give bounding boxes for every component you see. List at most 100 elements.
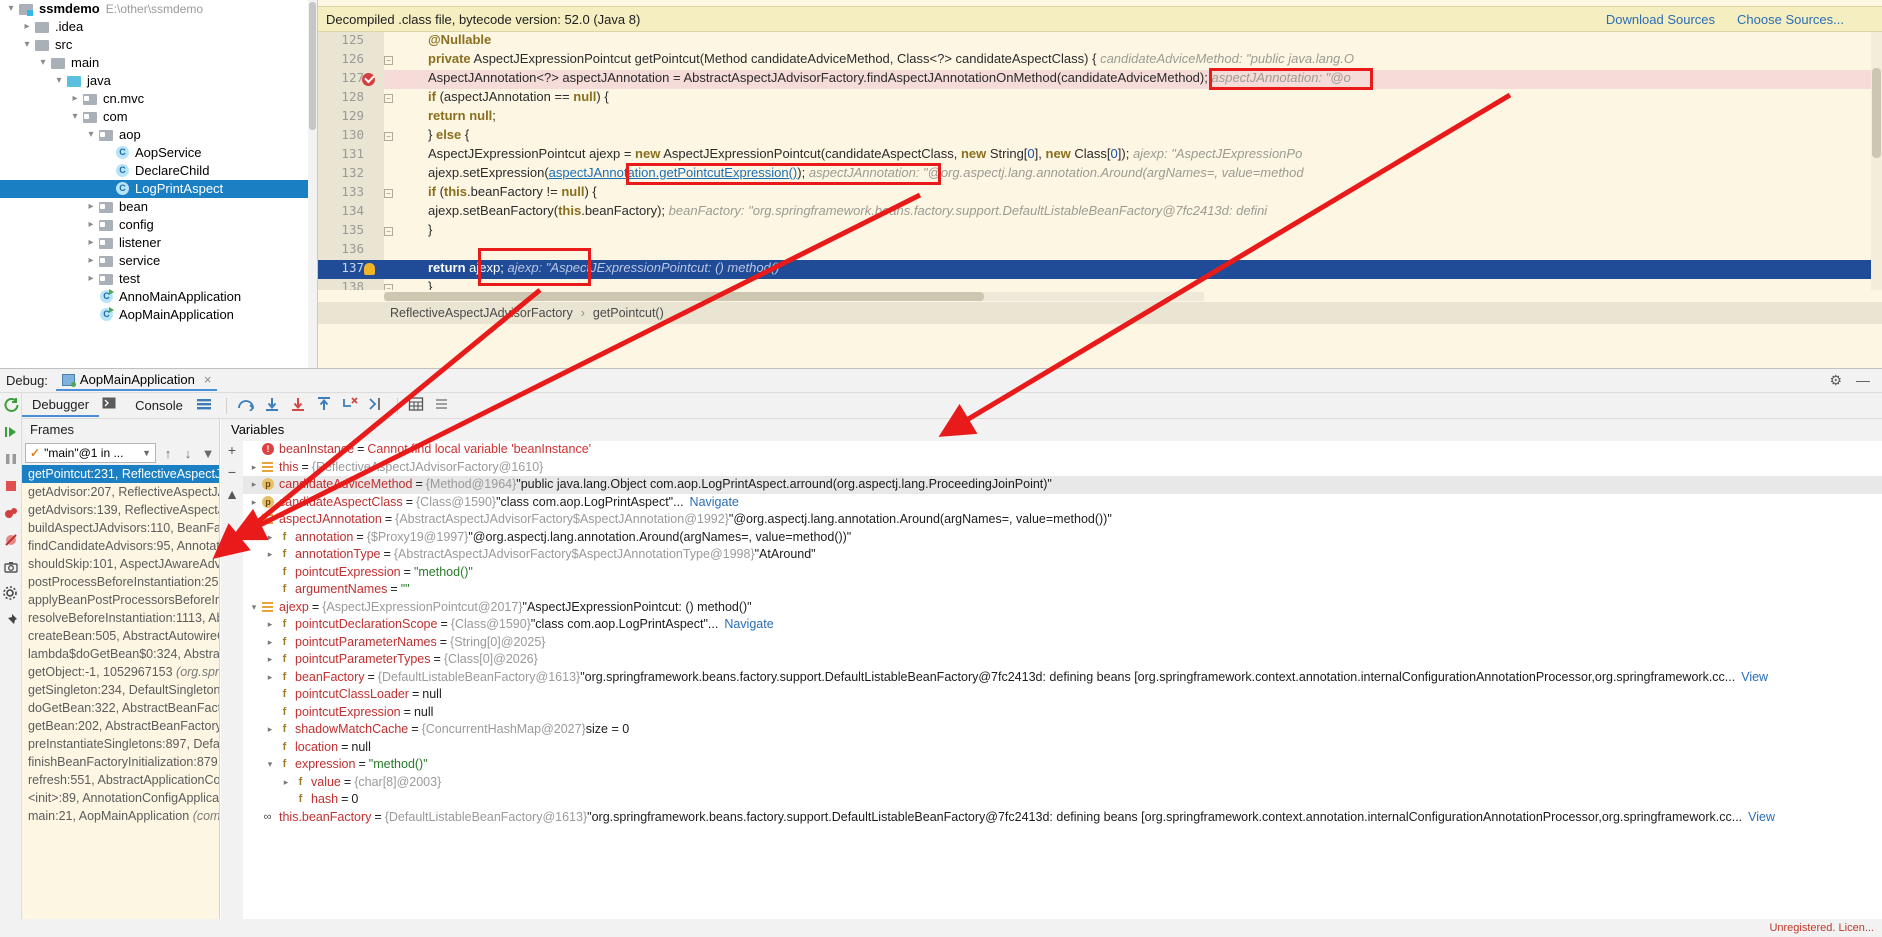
variable-row[interactable]: beanFactory={DefaultListableBeanFactory@… xyxy=(243,669,1882,687)
tree-item-listener[interactable]: listener xyxy=(0,234,317,252)
tree-item-com[interactable]: com xyxy=(0,108,317,126)
variable-row[interactable]: location=null xyxy=(243,739,1882,757)
code-line-125[interactable]: 125 @Nullable xyxy=(318,32,1882,51)
code-line-129[interactable]: 129 return null; xyxy=(318,108,1882,127)
settings-icon[interactable] xyxy=(2,586,19,602)
navigate-link[interactable]: View xyxy=(1741,669,1768,687)
tree-item-aopmainapplication[interactable]: AopMainApplication xyxy=(0,306,317,324)
force-step-into-icon[interactable] xyxy=(289,397,309,415)
rerun-icon[interactable] xyxy=(3,397,19,413)
chevron-down-icon[interactable] xyxy=(68,108,82,126)
code-fold-icon[interactable] xyxy=(384,227,393,236)
debug-toolbar[interactable]: Debugger Console xyxy=(22,393,1882,419)
frame-list-item[interactable]: getPointcut:231, ReflectiveAspectJAd xyxy=(22,465,219,483)
chevron-right-icon[interactable] xyxy=(263,721,277,739)
navigate-link[interactable]: View xyxy=(1748,809,1775,827)
chevron-right-icon[interactable] xyxy=(263,546,277,564)
variable-row[interactable]: pointcutClassLoader=null xyxy=(243,686,1882,704)
code-fold-icon[interactable] xyxy=(384,94,393,103)
variable-row[interactable]: annotationType={AbstractAspectJAdvisorFa… xyxy=(243,546,1882,564)
chevron-right-icon[interactable] xyxy=(263,634,277,652)
settings-list-icon[interactable] xyxy=(434,397,454,415)
breadcrumb-method[interactable]: getPointcut() xyxy=(593,306,664,320)
editor-panel[interactable]: Decompiled .class file, bytecode version… xyxy=(318,0,1882,368)
frame-list-item[interactable]: getObject:-1, 1052967153 (org.sprin xyxy=(22,663,219,681)
project-tree-panel[interactable]: ssmdemo E:\other\ssmdemo .idea src main java c… xyxy=(0,0,318,368)
choose-sources-link[interactable]: Choose Sources... xyxy=(1737,12,1844,27)
frame-list-item[interactable]: main:21, AopMainApplication (com) xyxy=(22,807,219,825)
frame-list-item[interactable]: getBean:202, AbstractBeanFactory ( xyxy=(22,717,219,735)
variable-row[interactable]: argumentNames="" xyxy=(243,581,1882,599)
chevron-down-icon[interactable] xyxy=(36,54,50,72)
code-line-134[interactable]: 134 ajexp.setBeanFactory(this.beanFactor… xyxy=(318,203,1882,222)
download-sources-link[interactable]: Download Sources xyxy=(1606,12,1715,27)
tree-item-ssmdemo[interactable]: ssmdemo E:\other\ssmdemo xyxy=(0,0,317,18)
project-tree-scrollbar[interactable] xyxy=(308,0,317,368)
frame-list-item[interactable]: lambda$doGetBean$0:324, Abstract xyxy=(22,645,219,663)
frame-list-item[interactable]: getSingleton:234, DefaultSingletonB xyxy=(22,681,219,699)
drop-frame-icon[interactable] xyxy=(341,396,361,415)
view-breakpoints-icon[interactable] xyxy=(3,505,19,521)
code-fold-icon[interactable] xyxy=(384,132,393,141)
tree-item-main[interactable]: main xyxy=(0,54,317,72)
tab-console[interactable]: Console xyxy=(125,395,193,416)
code-horizontal-scroll-thumb[interactable] xyxy=(384,292,984,301)
mute-breakpoints-icon[interactable] xyxy=(3,532,19,548)
code-line-131[interactable]: 131 AspectJExpressionPointcut ajexp = ne… xyxy=(318,146,1882,165)
code-line-128[interactable]: 128 if (aspectJAnnotation == null) { xyxy=(318,89,1882,108)
chevron-right-icon[interactable] xyxy=(68,90,82,108)
evaluate-expression-icon[interactable] xyxy=(408,396,428,415)
frame-list-item[interactable]: getAdvisor:207, ReflectiveAspectJAd xyxy=(22,483,219,501)
screenshot-icon[interactable] xyxy=(3,559,19,575)
add-watch-icon[interactable]: + xyxy=(228,443,236,457)
sort-up-icon[interactable]: ▲ xyxy=(225,487,239,501)
remove-watch-icon[interactable]: − xyxy=(228,465,236,479)
tree-item-declarechild[interactable]: DeclareChild xyxy=(0,162,317,180)
run-to-cursor-icon[interactable] xyxy=(367,397,387,415)
tree-item-config[interactable]: config xyxy=(0,216,317,234)
console-icon[interactable] xyxy=(102,397,122,415)
filter-icon[interactable]: ▼ xyxy=(200,446,216,461)
tree-item-aopservice[interactable]: AopService xyxy=(0,144,317,162)
variable-row[interactable]: pointcutExpression=null xyxy=(243,704,1882,722)
chevron-down-icon[interactable] xyxy=(263,756,277,774)
frame-list-item[interactable]: refresh:551, AbstractApplicationCon xyxy=(22,771,219,789)
chevron-right-icon[interactable] xyxy=(247,494,261,512)
chevron-down-icon[interactable] xyxy=(247,511,261,529)
chevron-right-icon[interactable] xyxy=(84,216,98,234)
editor-vertical-scroll-thumb[interactable] xyxy=(1872,68,1881,158)
frame-list-item[interactable]: finishBeanFactoryInitialization:879, A xyxy=(22,753,219,771)
tab-debugger[interactable]: Debugger xyxy=(22,394,100,417)
variable-row[interactable]: annotation={$Proxy19@1997} "@org.aspectj… xyxy=(243,529,1882,547)
frame-list-item[interactable]: doGetBean:322, AbstractBeanFactor xyxy=(22,699,219,717)
step-into-icon[interactable] xyxy=(263,397,283,415)
stop-icon[interactable] xyxy=(3,478,19,494)
chevron-down-icon[interactable]: ▼ xyxy=(142,448,151,458)
tree-item-src[interactable]: src xyxy=(0,36,317,54)
chevron-down-icon[interactable] xyxy=(20,36,34,54)
variable-row[interactable]: pointcutParameterNames={String[0]@2025} xyxy=(243,634,1882,652)
navigate-link[interactable]: Navigate xyxy=(690,494,739,512)
code-line-137[interactable]: 137 return ajexp; ajexp: "AspectJExpress… xyxy=(318,260,1882,279)
debug-action-strip[interactable] xyxy=(0,393,22,937)
chevron-right-icon[interactable] xyxy=(247,476,261,494)
tree-item-test[interactable]: test xyxy=(0,270,317,288)
tree-item--idea[interactable]: .idea xyxy=(0,18,317,36)
minimize-icon[interactable]: — xyxy=(1856,372,1870,389)
chevron-down-icon[interactable] xyxy=(4,0,18,18)
tree-item-service[interactable]: service xyxy=(0,252,317,270)
frame-list-item[interactable]: preInstantiateSingletons:897, Default xyxy=(22,735,219,753)
close-icon[interactable]: × xyxy=(204,372,212,387)
frame-list-item[interactable]: postProcessBeforeInstantiation:251, xyxy=(22,573,219,591)
arrow-up-icon[interactable]: ↑ xyxy=(160,446,176,461)
frame-list-item[interactable]: buildAspectJAdvisors:110, BeanFact xyxy=(22,519,219,537)
thread-selector[interactable]: ✓ "main"@1 in ... ▼ xyxy=(25,443,156,463)
breadcrumb[interactable]: ReflectiveAspectJAdvisorFactory › getPoi… xyxy=(318,302,1882,324)
intention-bulb-icon[interactable] xyxy=(364,263,375,275)
frame-list-item[interactable]: shouldSkip:101, AspectJAwareAdviso xyxy=(22,555,219,573)
chevron-down-icon[interactable] xyxy=(52,72,66,90)
code-token[interactable]: aspectJAnnotation.getPointcutExpression(… xyxy=(549,165,798,180)
frame-list-item[interactable]: createBean:505, AbstractAutowireCa xyxy=(22,627,219,645)
chevron-right-icon[interactable] xyxy=(84,252,98,270)
chevron-right-icon[interactable] xyxy=(263,669,277,687)
